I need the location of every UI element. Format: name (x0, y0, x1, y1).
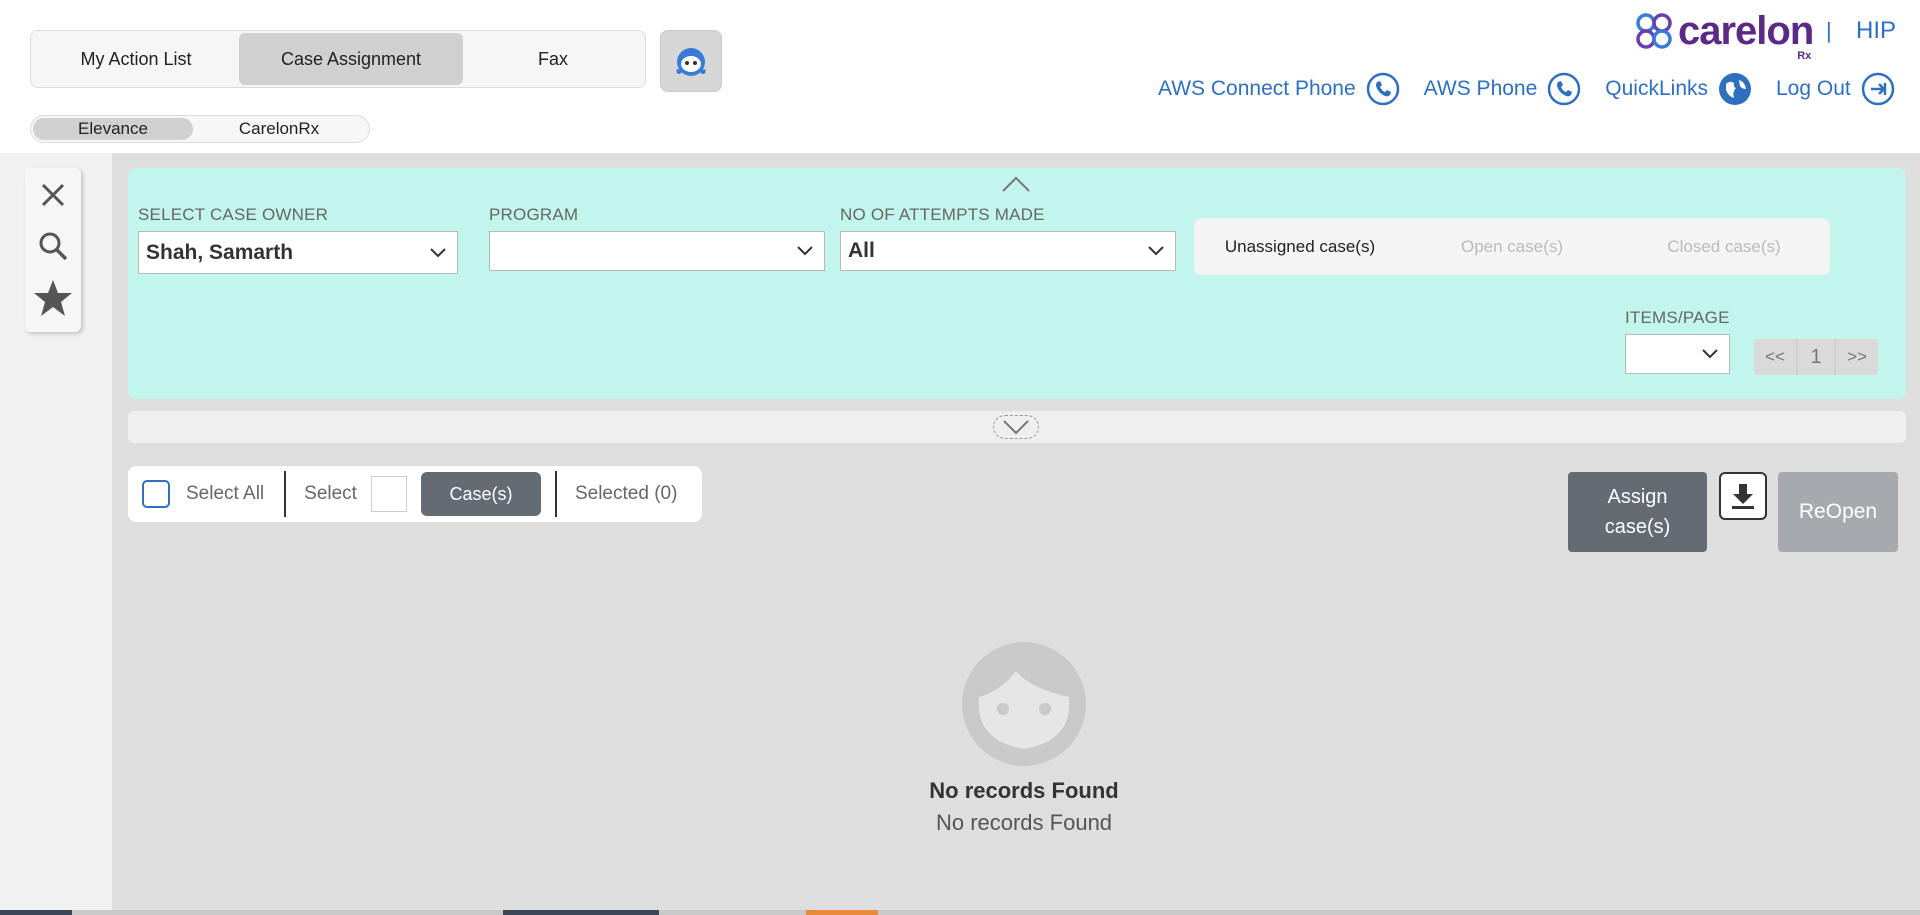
tab-closed-cases[interactable]: Closed case(s) (1618, 237, 1830, 257)
items-per-page-select[interactable] (1625, 334, 1730, 374)
select-count-input[interactable] (370, 476, 407, 512)
chevron-down-icon (797, 246, 813, 256)
separator (554, 471, 557, 517)
selected-count: Selected (0) (574, 483, 678, 504)
separator (284, 471, 287, 517)
current-page[interactable]: 1 (1798, 339, 1836, 375)
carelon-logo: carelon Rx (1634, 6, 1814, 62)
next-page-button[interactable]: >> (1836, 339, 1878, 375)
chevron-down-icon (1702, 349, 1718, 359)
assign-cases-button[interactable]: Assign case(s) (1568, 472, 1707, 552)
star-icon[interactable] (33, 278, 73, 318)
empty-face-icon (962, 642, 1086, 766)
cases-button[interactable]: Case(s) (420, 472, 541, 516)
case-owner-value: Shah, Samarth (146, 240, 294, 264)
phone-icon (1366, 72, 1400, 106)
logout-label: Log Out (1776, 77, 1851, 100)
taskbar-segment (503, 910, 659, 915)
aws-phone-label: AWS Phone (1423, 77, 1538, 100)
tab-case-assignment[interactable]: Case Assignment (239, 33, 463, 85)
quicklinks-label: QuickLinks (1605, 77, 1708, 100)
carelon-logo-mark-icon (1636, 13, 1672, 49)
case-owner-label: SELECT CASE OWNER (138, 205, 329, 224)
attempts-label: NO OF ATTEMPTS MADE (840, 205, 1045, 224)
select-label: Select (304, 483, 357, 504)
org-tab-bar: Elevance CarelonRx (30, 115, 370, 143)
assign-label-line2: case(s) (1604, 516, 1671, 538)
chevron-down-icon (430, 247, 446, 257)
phone-icon (1547, 72, 1581, 106)
tool-panel (25, 168, 81, 332)
expand-filters-button[interactable] (993, 415, 1039, 439)
tab-open-cases[interactable]: Open case(s) (1406, 237, 1618, 257)
globe-icon (1718, 72, 1752, 106)
pagination: << 1 >> (1754, 339, 1878, 375)
search-icon[interactable] (33, 227, 73, 264)
selection-bar: Select All Select Case(s) Selected (0) (128, 466, 702, 522)
brand-separator: | (1826, 18, 1832, 43)
items-per-page-label: ITEMS/PAGE (1625, 308, 1730, 327)
download-icon (1732, 484, 1754, 509)
empty-state-title: No records Found (929, 778, 1119, 803)
chatbot-icon (676, 48, 706, 76)
tab-my-action-list[interactable]: My Action List (33, 33, 239, 85)
attempts-select[interactable]: All (840, 231, 1176, 271)
reopen-button[interactable]: ReOpen (1778, 472, 1898, 552)
aws-connect-phone-label: AWS Connect Phone (1158, 77, 1356, 100)
attempts-value: All (848, 239, 875, 262)
chatbot-button[interactable] (660, 30, 722, 92)
close-icon[interactable] (33, 176, 73, 213)
prev-page-button[interactable]: << (1754, 339, 1798, 375)
tab-unassigned-cases[interactable]: Unassigned case(s) (1194, 237, 1406, 257)
program-select[interactable] (489, 231, 825, 271)
tab-fax[interactable]: Fax (463, 33, 643, 85)
tab-elevance[interactable]: Elevance (33, 118, 193, 140)
case-status-toggle: Unassigned case(s) Open case(s) Closed c… (1194, 218, 1830, 275)
chevron-down-icon (1003, 420, 1029, 435)
brand-suffix: Rx (1797, 49, 1812, 62)
bottom-taskbar-strip (0, 910, 1920, 915)
select-all-label: Select All (186, 483, 265, 504)
aws-connect-phone-link[interactable]: AWS Connect Phone (1158, 72, 1400, 106)
taskbar-segment (0, 910, 72, 915)
logout-icon (1861, 72, 1895, 106)
brand-name: carelon Rx (1678, 8, 1814, 62)
collapse-filters-button[interactable] (1001, 174, 1031, 194)
assign-label-line1: Assign (1607, 486, 1668, 508)
taskbar-segment (806, 910, 878, 915)
case-owner-select[interactable]: Shah, Samarth (138, 231, 458, 274)
chevron-up-icon (1002, 176, 1030, 192)
aws-phone-link[interactable]: AWS Phone (1424, 72, 1582, 106)
empty-state-subtitle: No records Found (935, 810, 1113, 835)
quicklinks-link[interactable]: QuickLinks (1605, 72, 1752, 106)
app-name: HIP (1856, 17, 1897, 44)
header-links: AWS Connect Phone AWS Phone QuickLinks L… (1158, 72, 1895, 106)
program-label: PROGRAM (489, 205, 579, 224)
select-all-checkbox[interactable] (142, 480, 170, 508)
tab-carelonrx[interactable]: CarelonRx (193, 118, 365, 140)
download-button[interactable] (1719, 472, 1767, 520)
logout-link[interactable]: Log Out (1776, 72, 1895, 106)
main-tab-bar: My Action List Case Assignment Fax (30, 30, 646, 88)
chevron-down-icon (1148, 246, 1164, 256)
app-header: My Action List Case Assignment Fax Eleva… (0, 0, 1920, 153)
